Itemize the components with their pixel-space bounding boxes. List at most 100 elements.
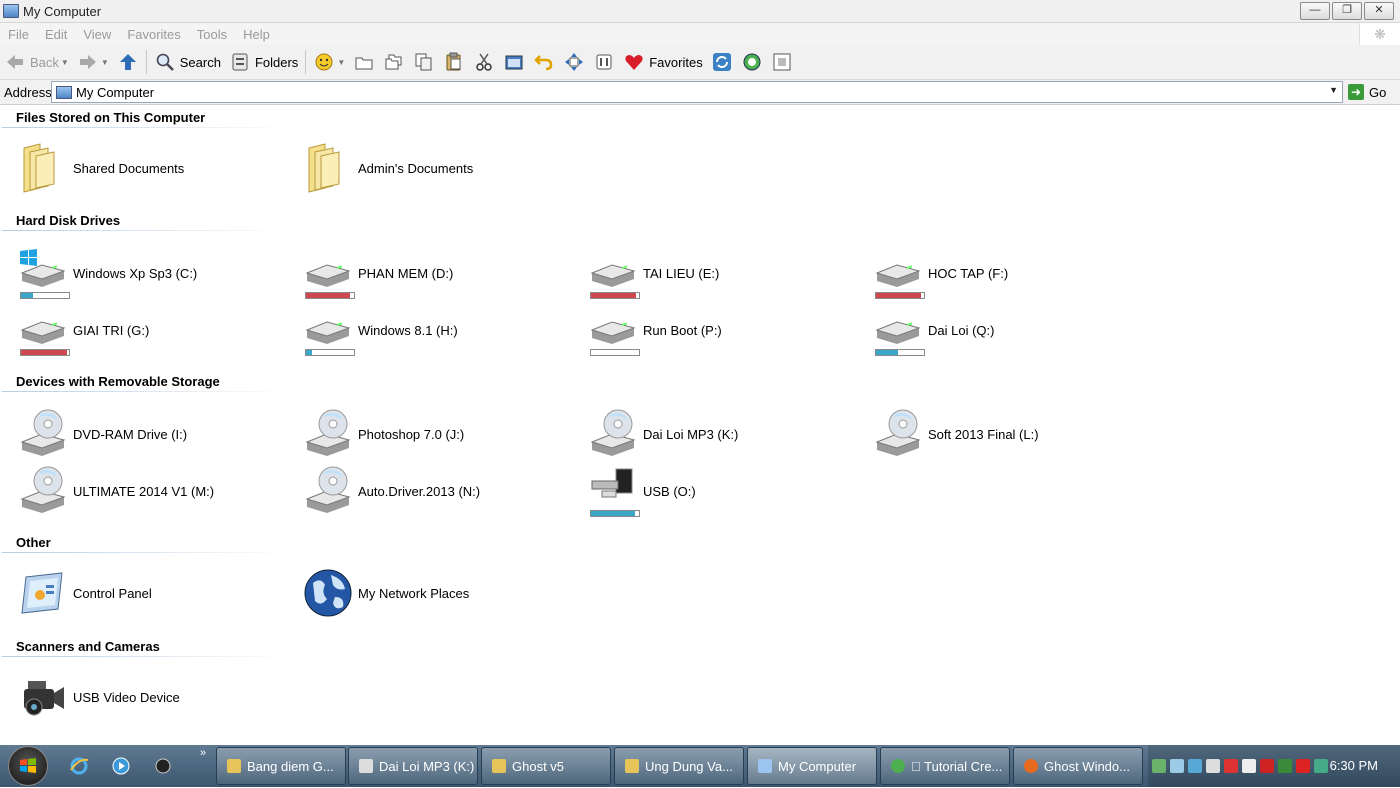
- properties-button[interactable]: [499, 47, 529, 77]
- move-arrows-icon: [563, 51, 585, 73]
- dvd-drive-item[interactable]: ULTIMATE 2014 V1 (M:): [18, 464, 214, 518]
- taskbar-button[interactable]: Ghost Windo...: [1013, 747, 1143, 785]
- drive-item[interactable]: TAI LIEU (E:): [588, 246, 719, 300]
- back-dropdown-icon[interactable]: ▼: [61, 58, 69, 67]
- menu-tools[interactable]: Tools: [197, 27, 227, 42]
- tray-network-icon[interactable]: [1170, 759, 1184, 773]
- item-label: Run Boot (P:): [643, 322, 722, 338]
- admins-documents-item[interactable]: Admin's Documents: [303, 141, 473, 195]
- drive-usage-fill: [876, 293, 921, 298]
- drive-item[interactable]: Run Boot (P:): [588, 303, 722, 357]
- search-icon: [154, 51, 176, 73]
- dvd-drive-item[interactable]: DVD-RAM Drive (I:): [18, 407, 187, 461]
- scissors-icon: [473, 51, 495, 73]
- ie-icon: [70, 757, 89, 775]
- menu-view[interactable]: View: [83, 27, 111, 42]
- drive-item[interactable]: Windows 8.1 (H:): [303, 303, 458, 357]
- go-button[interactable]: ➜ Go: [1348, 84, 1386, 100]
- address-input[interactable]: My Computer ▼: [51, 81, 1343, 103]
- tray-speaker-icon[interactable]: [1260, 759, 1274, 773]
- tray-volume-icon[interactable]: [1242, 759, 1256, 773]
- task-label: Bang diem G...: [247, 758, 334, 774]
- tray-app-icon[interactable]: [1278, 759, 1292, 773]
- app-quicklaunch[interactable]: [152, 755, 174, 777]
- taskbar-button[interactable]: Ghost v5: [481, 747, 611, 785]
- refresh-button[interactable]: [707, 47, 737, 77]
- undo-button[interactable]: [529, 47, 559, 77]
- folders-button[interactable]: Folders: [225, 47, 302, 77]
- favorites-button[interactable]: Favorites: [619, 47, 706, 77]
- move-to-button[interactable]: [349, 47, 379, 77]
- search-button[interactable]: Search: [150, 47, 225, 77]
- drive-usage-bar: [590, 510, 640, 517]
- taskbar-button[interactable]: Bang diem G...: [216, 747, 346, 785]
- forward-dropdown-icon[interactable]: ▼: [101, 58, 109, 67]
- tray-error-icon[interactable]: [1224, 759, 1238, 773]
- tray-v-icon[interactable]: [1296, 759, 1310, 773]
- view-button[interactable]: [767, 47, 797, 77]
- menu-edit[interactable]: Edit: [45, 27, 67, 42]
- taskbar-button[interactable]: Dai Loi MP3 (K:): [348, 747, 478, 785]
- forward-button[interactable]: ▼: [73, 47, 113, 77]
- clock[interactable]: 6:30 PM: [1330, 758, 1378, 773]
- copy-to-button[interactable]: [379, 47, 409, 77]
- menu-file[interactable]: File: [8, 27, 29, 42]
- address-dropdown-icon[interactable]: ▼: [1329, 85, 1338, 95]
- tray-device-icon[interactable]: [1206, 759, 1220, 773]
- task-label: Ghost Windo...: [1044, 758, 1130, 774]
- start-button[interactable]: [8, 746, 48, 786]
- dvd-drive-item[interactable]: Photoshop 7.0 (J:): [303, 407, 464, 461]
- up-arrow-icon: [117, 51, 139, 73]
- back-arrow-icon: [4, 51, 26, 73]
- media-button[interactable]: [737, 47, 767, 77]
- folders-label: Folders: [254, 54, 299, 70]
- shared-documents-item[interactable]: Shared Documents: [18, 141, 184, 195]
- tray-globe-icon[interactable]: [1314, 759, 1328, 773]
- drive-item[interactable]: PHAN MEM (D:): [303, 246, 453, 300]
- views-button[interactable]: ▼: [309, 47, 349, 77]
- usb-drive-item[interactable]: USB (O:): [588, 464, 696, 518]
- close-button[interactable]: ✕: [1364, 2, 1394, 20]
- dvd-drive-item[interactable]: Dai Loi MP3 (K:): [588, 407, 738, 461]
- paste-button[interactable]: [439, 47, 469, 77]
- taskbar-button[interactable]: Ung Dung Va...: [614, 747, 744, 785]
- globe-icon: [303, 567, 355, 619]
- usb-video-device-item[interactable]: USB Video Device: [18, 670, 180, 724]
- restore-button[interactable]: ❐: [1332, 2, 1362, 20]
- tray-media-icon[interactable]: [1188, 759, 1202, 773]
- ie-quicklaunch[interactable]: [68, 755, 90, 777]
- back-button[interactable]: Back ▼: [0, 47, 73, 77]
- window-title: My Computer: [23, 3, 102, 19]
- copy-button[interactable]: [409, 47, 439, 77]
- views-dropdown-icon[interactable]: ▼: [337, 58, 345, 67]
- go-label: Go: [1369, 84, 1387, 100]
- menu-favorites[interactable]: Favorites: [127, 27, 180, 42]
- drive-item[interactable]: HOC TAP (F:): [873, 246, 1008, 300]
- move-button[interactable]: [559, 47, 589, 77]
- taskbar-button[interactable]: My Computer: [747, 747, 877, 785]
- dvd-drive-item[interactable]: Soft 2013 Final (L:): [873, 407, 1039, 461]
- item-label: Dai Loi (Q:): [928, 322, 995, 338]
- folders-icon: [229, 51, 251, 73]
- cut-button[interactable]: [469, 47, 499, 77]
- minimize-button[interactable]: —: [1300, 2, 1330, 20]
- media-quicklaunch[interactable]: [110, 755, 132, 777]
- quicklaunch-more-icon[interactable]: »: [200, 747, 206, 759]
- control-panel-item[interactable]: Control Panel: [18, 566, 152, 620]
- up-button[interactable]: [113, 47, 143, 77]
- dvd-drive-icon: [873, 408, 925, 460]
- tray-shield-icon[interactable]: [1152, 759, 1166, 773]
- toolbar-separator: [145, 50, 147, 74]
- item-label: Windows 8.1 (H:): [358, 322, 458, 338]
- drive-item[interactable]: Windows Xp Sp3 (C:): [18, 246, 197, 300]
- drive-item[interactable]: Dai Loi (Q:): [873, 303, 994, 357]
- menu-help[interactable]: Help: [243, 27, 270, 42]
- hard-drive-icon: [303, 247, 355, 299]
- drive-usage-bar: [20, 349, 70, 356]
- tools-button[interactable]: [589, 47, 619, 77]
- drive-item[interactable]: GIAI TRI (G:): [18, 303, 149, 357]
- item-label: Photoshop 7.0 (J:): [358, 426, 465, 442]
- network-places-item[interactable]: My Network Places: [303, 566, 469, 620]
- dvd-drive-item[interactable]: Auto.Driver.2013 (N:): [303, 464, 480, 518]
- taskbar-button[interactable]:   Tutorial Cre...: [880, 747, 1010, 785]
